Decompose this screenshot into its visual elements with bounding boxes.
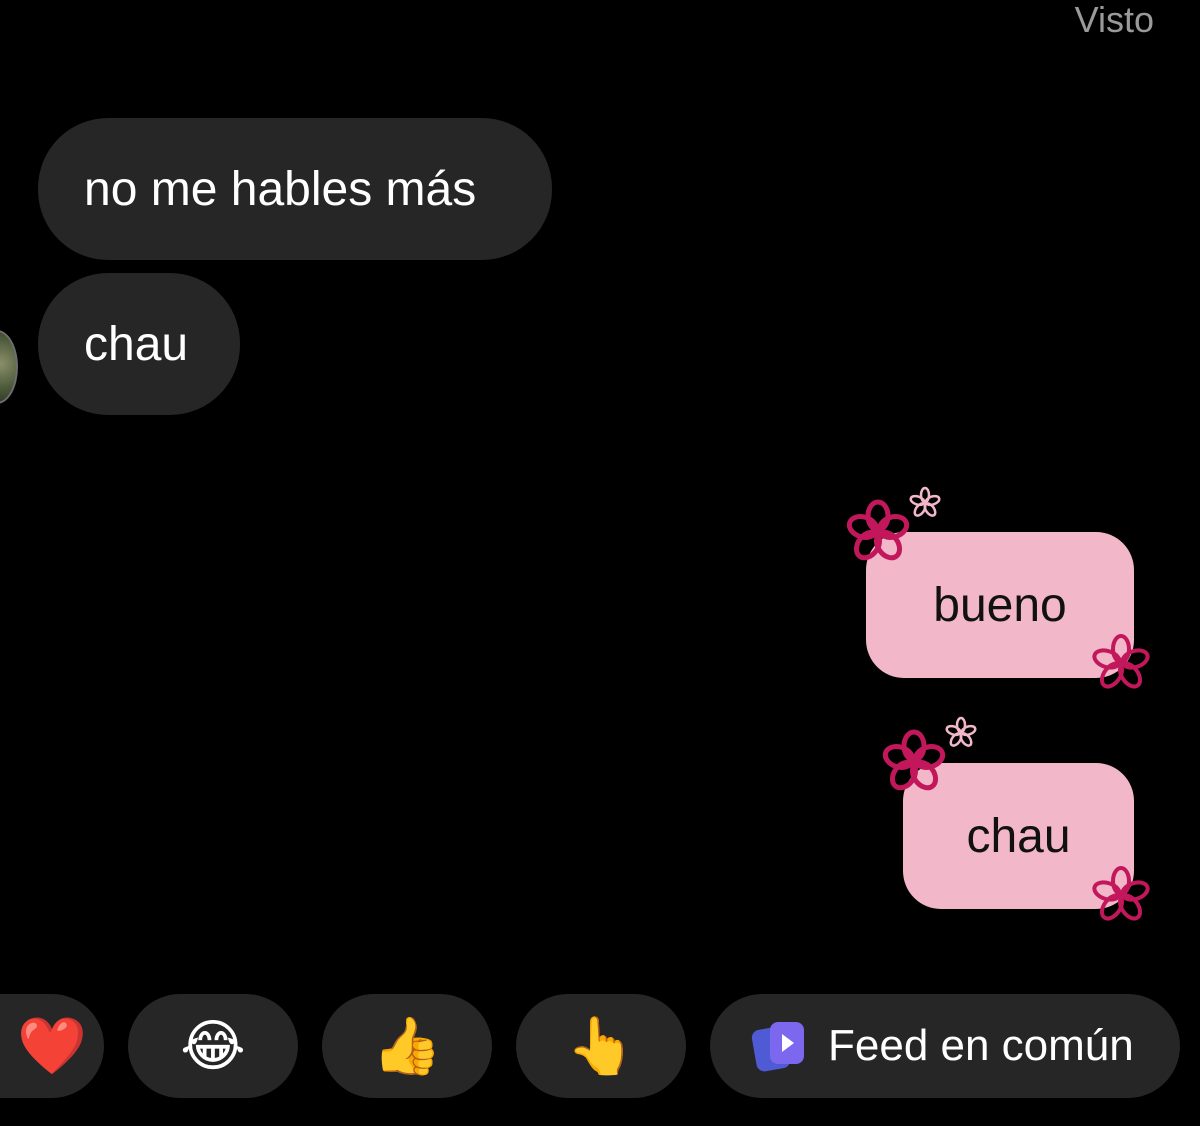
- laughing-reaction-button[interactable]: 😂: [128, 994, 298, 1098]
- avatar[interactable]: [0, 330, 18, 404]
- small-flower-icon: [945, 716, 977, 747]
- shared-feed-label: Feed en común: [828, 1021, 1134, 1070]
- pointing-hand-icon: 👆: [566, 1014, 636, 1077]
- message-text: bueno: [933, 578, 1067, 632]
- thumbs-up-icon: 👍: [372, 1014, 442, 1077]
- incoming-message-bubble[interactable]: no me hables más: [38, 118, 552, 260]
- quick-reactions-bar: ❤️ 😂 👍 👆 Feed en común: [0, 994, 1200, 1098]
- small-flower-icon: [909, 486, 941, 517]
- shared-feed-button[interactable]: Feed en común: [710, 994, 1180, 1098]
- flower-sticker-icon: [1092, 634, 1150, 689]
- shared-feed-icon: [751, 1022, 804, 1072]
- incoming-message-bubble[interactable]: chau: [38, 273, 240, 415]
- heart-reaction-button[interactable]: ❤️: [0, 994, 104, 1098]
- message-text: no me hables más: [84, 162, 477, 216]
- pointing-reaction-button[interactable]: 👆: [516, 994, 686, 1098]
- message-text: chau: [966, 809, 1071, 863]
- message-text: chau: [84, 317, 189, 371]
- flower-sticker-icon: [882, 729, 946, 791]
- flower-sticker-icon: [846, 499, 910, 561]
- thumbs-up-reaction-button[interactable]: 👍: [322, 994, 492, 1098]
- heart-icon: ❤️: [17, 1014, 87, 1077]
- seen-status: Visto: [1074, 0, 1154, 40]
- flower-sticker-icon: [1092, 866, 1150, 921]
- laughing-face-icon: 😂: [180, 1014, 246, 1077]
